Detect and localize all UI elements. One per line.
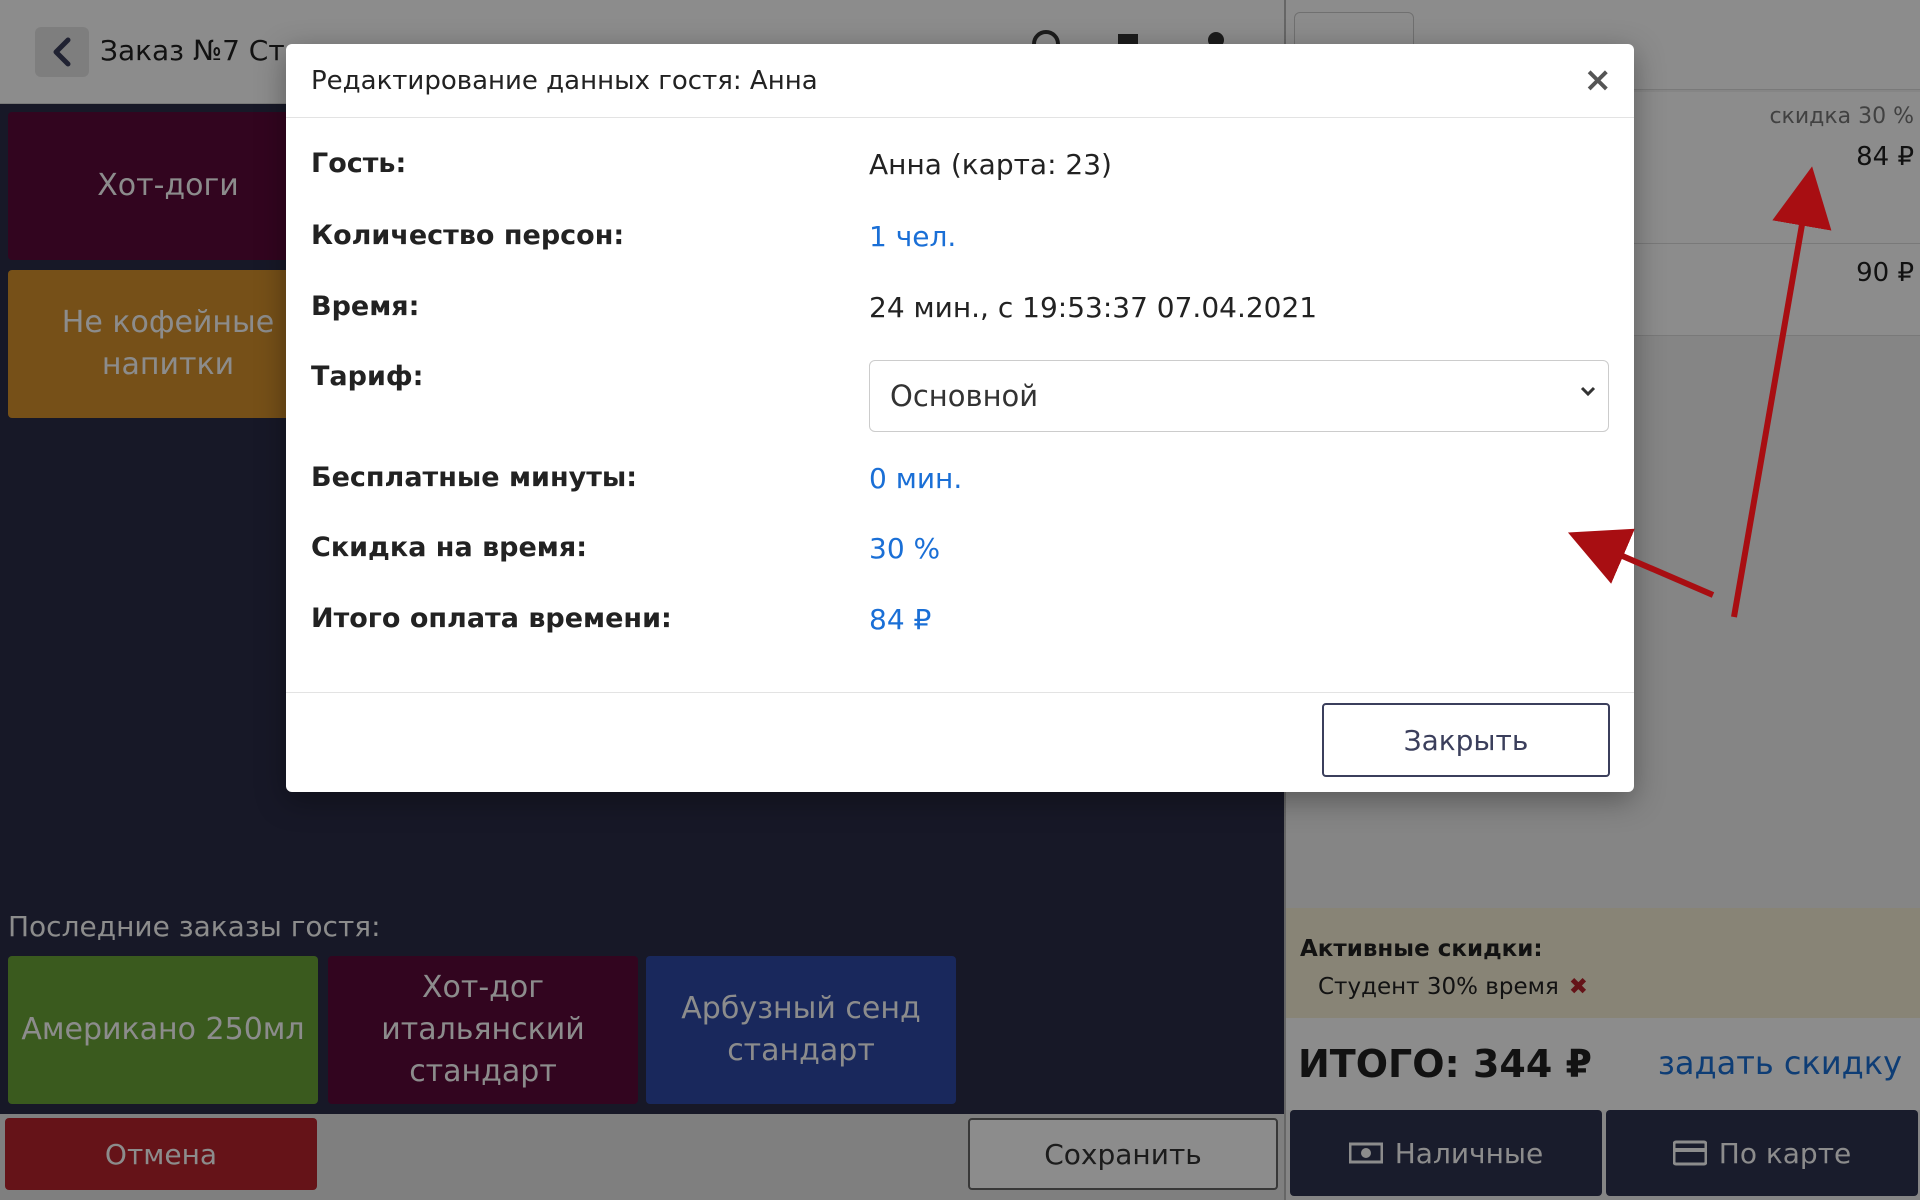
total-time-value-link[interactable]: 84 ₽ xyxy=(869,603,931,636)
guest-label: Гость: xyxy=(311,148,407,179)
time-discount-value-link[interactable]: 30 % xyxy=(869,532,940,565)
tariff-select[interactable]: Основной xyxy=(869,360,1609,432)
persons-label: Количество персон: xyxy=(311,220,625,251)
tariff-label: Тариф: xyxy=(311,361,424,392)
dialog-footer: Закрыть xyxy=(286,692,1634,792)
free-minutes-label: Бесплатные минуты: xyxy=(311,462,638,493)
dialog-title: Редактирование данных гостя: Анна xyxy=(311,66,818,96)
close-icon[interactable]: × xyxy=(1584,60,1613,100)
persons-value-link[interactable]: 1 чел. xyxy=(869,220,956,253)
time-label: Время: xyxy=(311,291,420,322)
guest-value: Анна (карта: 23) xyxy=(869,148,1112,181)
dialog-header: Редактирование данных гостя: Анна × xyxy=(286,44,1634,118)
close-dialog-button[interactable]: Закрыть xyxy=(1322,703,1610,777)
guest-edit-dialog: Редактирование данных гостя: Анна × Гост… xyxy=(286,44,1634,792)
time-value: 24 мин., с 19:53:37 07.04.2021 xyxy=(869,291,1318,324)
pos-app: Заказ №7 Ст Хот-доги Не кофейные напитки… xyxy=(0,0,1920,1200)
total-time-label: Итого оплата времени: xyxy=(311,603,672,634)
chevron-down-icon xyxy=(1580,386,1596,397)
free-minutes-value-link[interactable]: 0 мин. xyxy=(869,462,962,495)
time-discount-label: Скидка на время: xyxy=(311,532,588,563)
tariff-selected-value: Основной xyxy=(890,379,1039,413)
